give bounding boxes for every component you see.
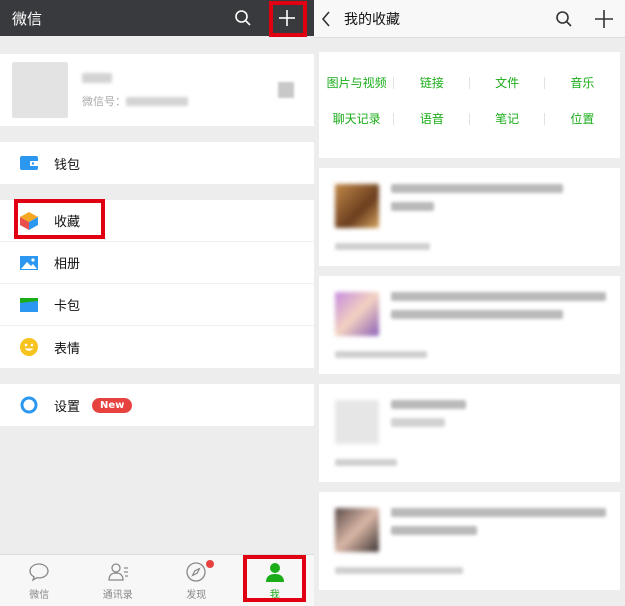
wechat-id: 微信号： xyxy=(82,93,278,109)
category-photos-videos[interactable]: 图片与视频 xyxy=(319,74,395,91)
menu-item-stickers[interactable]: 表情 xyxy=(0,326,314,368)
favorite-item[interactable] xyxy=(319,168,620,266)
top-bar: 微信 xyxy=(0,0,314,36)
item-thumbnail xyxy=(335,184,379,228)
category-filter-card: 图片与视频 链接 文件 音乐 聊天记录 语音 笔记 位置 xyxy=(319,52,620,158)
menu-item-wallet[interactable]: 钱包 xyxy=(0,142,314,184)
wechat-me-panel: 微信 微信号： 钱包 收藏 相册 卡包 表情 设置 New 微信 通讯录 发现 … xyxy=(0,0,314,606)
highlight-box-favorites xyxy=(14,199,105,239)
tab-contacts[interactable]: 通讯录 xyxy=(79,555,158,606)
add-favorite-plus-icon[interactable] xyxy=(589,4,619,34)
favorite-item[interactable] xyxy=(319,492,620,590)
favorites-panel: 我的收藏 图片与视频 链接 文件 音乐 聊天记录 语音 笔记 位置 xyxy=(314,0,625,606)
highlight-box-plus-button xyxy=(269,1,307,37)
highlight-box-me-tab xyxy=(243,555,306,602)
avatar xyxy=(12,62,68,118)
item-thumbnail xyxy=(335,508,379,552)
page-title: 我的收藏 xyxy=(344,11,400,28)
category-voice[interactable]: 语音 xyxy=(394,110,470,127)
category-location[interactable]: 位置 xyxy=(545,110,620,127)
favorites-top-bar: 我的收藏 xyxy=(314,0,625,38)
app-title: 微信 xyxy=(12,9,43,28)
item-thumbnail xyxy=(335,292,379,336)
category-row: 聊天记录 语音 笔记 位置 xyxy=(319,100,620,136)
profile-name xyxy=(82,72,278,86)
back-arrow-icon[interactable] xyxy=(320,10,340,28)
menu-item-cards[interactable]: 卡包 xyxy=(0,284,314,326)
category-row: 图片与视频 链接 文件 音乐 xyxy=(319,64,620,100)
category-music[interactable]: 音乐 xyxy=(545,74,620,91)
new-badge: New xyxy=(92,397,133,413)
category-files[interactable]: 文件 xyxy=(470,74,546,91)
tab-chats[interactable]: 微信 xyxy=(0,555,79,606)
menu-item-settings[interactable]: 设置 New xyxy=(0,384,314,426)
notification-dot xyxy=(205,560,214,568)
chat-bubble-icon xyxy=(28,560,50,584)
category-notes[interactable]: 笔记 xyxy=(470,110,546,127)
profile-card[interactable]: 微信号： xyxy=(0,54,314,126)
compass-icon xyxy=(185,560,207,584)
search-icon[interactable] xyxy=(549,4,579,34)
category-links[interactable]: 链接 xyxy=(394,74,470,91)
qr-code-icon[interactable] xyxy=(278,82,294,98)
file-icon xyxy=(335,400,379,444)
card-icon xyxy=(18,294,40,316)
tab-discover[interactable]: 发现 xyxy=(157,555,236,606)
album-icon xyxy=(18,252,40,274)
smiley-icon xyxy=(18,336,40,358)
contacts-icon xyxy=(107,560,129,584)
menu-group-settings: 设置 New xyxy=(0,384,314,426)
favorite-item[interactable] xyxy=(319,276,620,374)
gear-icon xyxy=(18,394,40,416)
favorite-item[interactable] xyxy=(319,384,620,482)
search-icon[interactable] xyxy=(228,3,258,33)
category-chat-history[interactable]: 聊天记录 xyxy=(319,110,395,127)
menu-group-wallet: 钱包 xyxy=(0,142,314,184)
menu-item-album[interactable]: 相册 xyxy=(0,242,314,284)
wallet-icon xyxy=(18,152,40,174)
